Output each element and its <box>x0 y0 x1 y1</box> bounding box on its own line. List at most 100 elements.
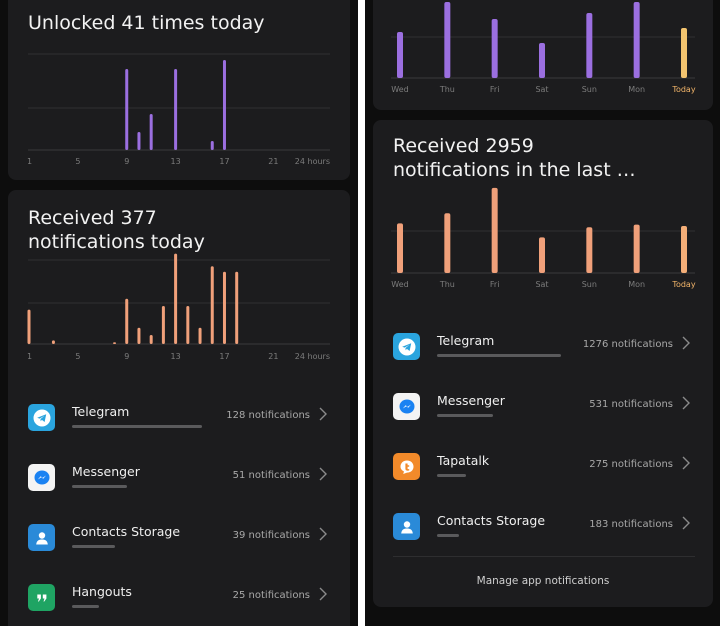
chart-bar <box>235 271 239 344</box>
chart-bar <box>539 43 545 78</box>
app-row-messenger[interactable]: Messenger 531 notifications <box>393 387 695 447</box>
app-row-tapatalk[interactable]: Tapatalk 275 notifications <box>393 447 695 507</box>
chart-bar <box>174 69 178 150</box>
chevron-right-icon <box>679 335 693 351</box>
x-tick-label: Thu <box>439 280 455 289</box>
chart-bar <box>491 187 498 273</box>
chart-bar <box>51 340 55 344</box>
x-tick-label: 1 <box>27 352 32 361</box>
x-tick-label: 13 <box>171 352 181 361</box>
chart-bar <box>586 227 593 273</box>
x-tick-label: 24 hours <box>295 352 330 361</box>
app-row-messenger[interactable]: Messenger 51 notifications <box>28 458 332 518</box>
app-notification-count: 25 notifications <box>232 590 310 601</box>
chevron-right-icon <box>316 466 330 482</box>
app-notification-count: 531 notifications <box>589 399 673 410</box>
weekly-notifications-card[interactable]: Received 2959 notifications in the last … <box>373 120 713 607</box>
app-name: Tapatalk <box>437 453 490 468</box>
chevron-right-icon <box>316 526 330 542</box>
chart-bar <box>161 306 165 344</box>
chart-bar <box>186 306 190 344</box>
x-tick-label: 5 <box>75 157 80 166</box>
chart-bar <box>113 342 117 344</box>
chart-bar <box>633 2 640 78</box>
chart-bar <box>174 253 178 344</box>
x-tick-label: 9 <box>124 352 129 361</box>
right-screen: Wed Thu Fri Sat Sun Mon Today Received 2959 no… <box>365 0 720 626</box>
chart-bar <box>586 13 593 78</box>
manage-app-notifications-link[interactable]: Manage app notifications <box>373 575 713 587</box>
chart-bar <box>198 327 202 344</box>
app-share-bar <box>437 354 561 357</box>
unlock-hourly-chart: 1 5 9 13 17 21 24 hours <box>27 53 330 166</box>
tapatalk-icon <box>393 453 420 480</box>
chart-bar <box>539 237 545 273</box>
app-share-bar <box>437 414 493 417</box>
app-name: Hangouts <box>72 584 132 599</box>
chart-bar <box>397 223 403 273</box>
chart-bar <box>210 141 214 150</box>
chart-bar <box>397 32 403 78</box>
x-tick-label: Sun <box>582 85 597 94</box>
app-notification-count: 128 notifications <box>226 410 310 421</box>
left-screen: Unlocked 41 times today 1 5 9 13 17 21 24 hour… <box>0 0 358 626</box>
screen-divider <box>358 0 365 626</box>
app-share-bar <box>72 605 100 608</box>
app-row-contacts-storage[interactable]: Contacts Storage 39 notifications <box>28 518 332 578</box>
app-notification-count: 275 notifications <box>589 459 673 470</box>
chart-bar <box>222 60 226 150</box>
chart-bar <box>149 334 153 344</box>
app-notification-count: 39 notifications <box>232 530 310 541</box>
x-tick-label: 13 <box>171 157 181 166</box>
app-name: Contacts Storage <box>437 513 546 528</box>
x-tick-label: Fri <box>490 280 500 289</box>
app-name: Telegram <box>72 404 130 419</box>
chart-bar <box>137 132 141 150</box>
x-tick-label: Wed <box>391 85 408 94</box>
x-tick-label: Thu <box>439 85 455 94</box>
app-row-hangouts[interactable]: Hangouts 25 notifications <box>28 578 332 626</box>
chevron-right-icon <box>316 586 330 602</box>
chart-bar <box>149 114 153 150</box>
app-row-contacts-storage[interactable]: Contacts Storage 183 notifications <box>393 507 695 567</box>
app-share-bar <box>72 425 202 428</box>
telegram-icon <box>393 333 420 360</box>
x-tick-label: Fri <box>490 85 500 94</box>
x-tick-label: 21 <box>268 352 278 361</box>
chart-bar <box>681 225 687 273</box>
contacts-icon <box>28 524 55 551</box>
chart-bar <box>27 309 31 344</box>
chart-bar <box>444 213 451 273</box>
app-share-bar <box>72 545 115 548</box>
chart-bar <box>681 28 687 78</box>
app-share-bar <box>72 485 127 488</box>
x-tick-label: Today <box>671 280 695 289</box>
chart-bar <box>222 271 226 344</box>
app-notification-count: 1276 notifications <box>582 339 673 350</box>
chart-bar <box>491 19 498 78</box>
chart-bar <box>137 327 141 344</box>
chevron-right-icon <box>679 395 693 411</box>
chart-bar <box>125 69 129 150</box>
messenger-icon <box>28 464 55 491</box>
notifications-today-card[interactable]: Received 377 notifications today 1 5 9 13 17… <box>8 190 350 626</box>
app-name: Messenger <box>437 393 505 408</box>
app-row-telegram[interactable]: Telegram 1276 notifications <box>393 327 695 387</box>
x-tick-label: 9 <box>124 157 129 166</box>
x-tick-label: 17 <box>219 352 229 361</box>
app-name: Telegram <box>437 333 495 348</box>
weekly-unlock-card: Wed Thu Fri Sat Sun Mon Today <box>373 0 713 110</box>
messenger-icon <box>393 393 420 420</box>
app-row-telegram[interactable]: Telegram 128 notifications <box>28 398 332 458</box>
chart-bar <box>210 266 214 344</box>
x-tick-label: 5 <box>75 352 80 361</box>
contacts-icon <box>393 513 420 540</box>
x-tick-label: Sun <box>582 280 597 289</box>
chevron-right-icon <box>679 515 693 531</box>
x-tick-label: 21 <box>268 157 278 166</box>
x-tick-label: 1 <box>27 157 32 166</box>
chart-bar <box>444 2 451 78</box>
x-tick-label: Mon <box>628 280 645 289</box>
separator <box>393 556 695 557</box>
chevron-right-icon <box>316 406 330 422</box>
